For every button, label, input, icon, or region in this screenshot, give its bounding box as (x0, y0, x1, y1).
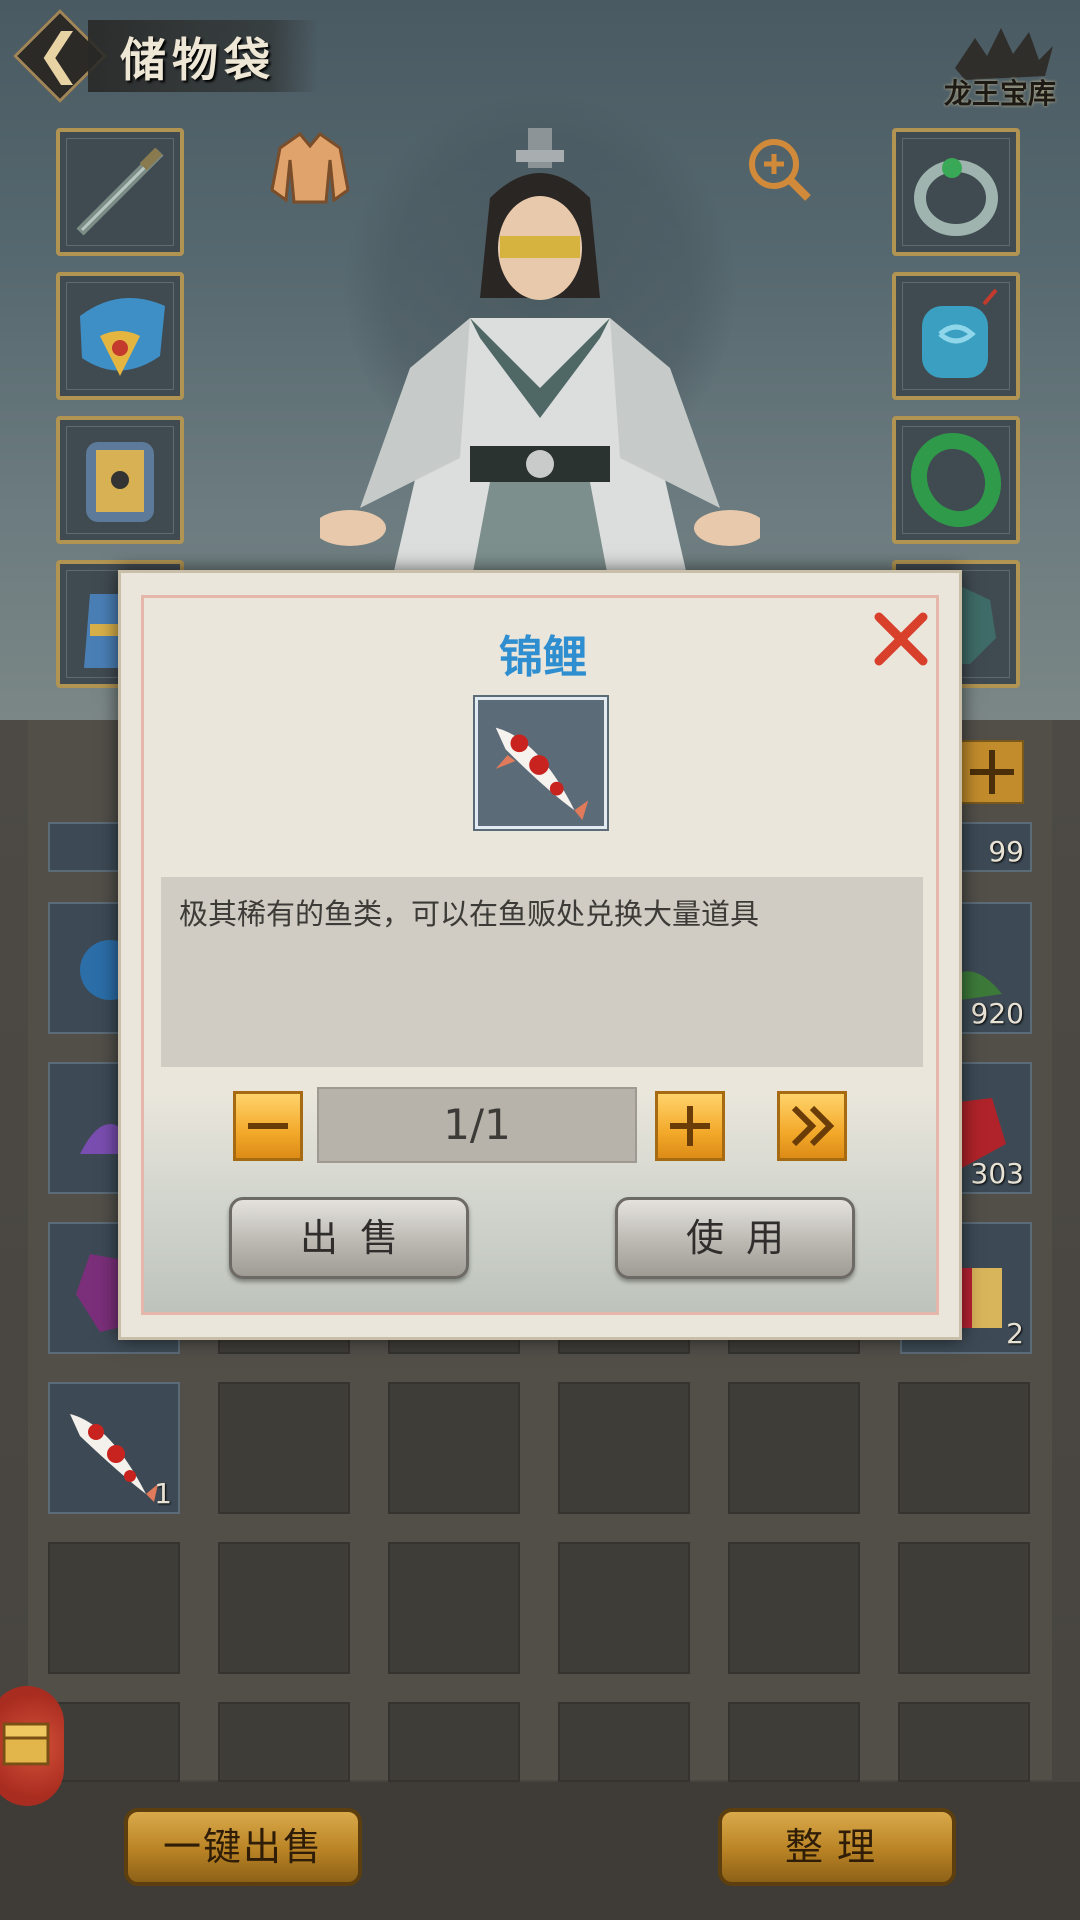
inventory-slot[interactable] (898, 1542, 1030, 1674)
zoom-in-icon[interactable] (746, 136, 812, 202)
increase-quantity-button[interactable] (655, 1091, 725, 1161)
page-title: 储物袋 (120, 33, 276, 87)
inventory-slot[interactable] (558, 1382, 690, 1514)
equip-slot-pendant[interactable] (892, 272, 1020, 400)
dragon-treasury-label: 龙王宝库 (944, 77, 1057, 110)
item-count: 1 (154, 1477, 172, 1510)
item-name: 锦鲤 (499, 632, 587, 683)
inventory-slot[interactable] (218, 1382, 350, 1514)
sell-button[interactable]: 出售 (229, 1197, 469, 1279)
inventory-slot[interactable] (48, 1702, 180, 1782)
inventory-slot[interactable] (898, 1382, 1030, 1514)
jade-pendant-icon (922, 288, 998, 378)
equip-slot-helmet[interactable] (56, 272, 184, 400)
plus-icon (670, 1106, 710, 1146)
equip-slot-bracelet[interactable] (892, 416, 1020, 544)
inventory-slot[interactable] (388, 1382, 520, 1514)
item-detail-dialog: 锦鲤 极其稀有的鱼类，可以在鱼贩处兑换大量道具 1/1 出售 使用 (118, 570, 962, 1340)
inventory-slot[interactable] (48, 1542, 180, 1674)
inventory-slot-koi[interactable]: 1 (48, 1382, 180, 1514)
inventory-slot[interactable] (558, 1542, 690, 1674)
quantity-field[interactable]: 1/1 (317, 1087, 637, 1163)
ring-icon (914, 158, 998, 236)
treasure-chest-button[interactable] (0, 1686, 64, 1806)
plus-icon (970, 750, 1014, 794)
treasure-chest-icon (2, 1722, 50, 1766)
sort-button[interactable]: 整理 (718, 1808, 956, 1886)
item-preview (473, 695, 609, 831)
item-count: 2 (1006, 1317, 1024, 1350)
inventory-slot[interactable] (898, 1702, 1030, 1782)
inventory-slot[interactable] (218, 1702, 350, 1782)
armor-icon (86, 442, 154, 522)
equip-slot-ring[interactable] (892, 128, 1020, 256)
jade-bracelet-icon (910, 432, 1002, 528)
sword-icon (76, 147, 164, 236)
item-count: 99 (988, 835, 1024, 868)
max-quantity-button[interactable] (777, 1091, 847, 1161)
robe-icon[interactable] (270, 130, 350, 206)
expand-bag-button[interactable] (960, 740, 1024, 804)
inventory-slot[interactable] (728, 1702, 860, 1782)
item-description: 极其稀有的鱼类，可以在鱼贩处兑换大量道具 (161, 877, 923, 1067)
use-button[interactable]: 使用 (615, 1197, 855, 1279)
character-figure (320, 128, 760, 588)
equip-slot-armor[interactable] (56, 416, 184, 544)
sell-all-button[interactable]: 一键出售 (124, 1808, 362, 1886)
inventory-slot[interactable] (218, 1542, 350, 1674)
decrease-quantity-button[interactable] (233, 1091, 303, 1161)
koi-fish-icon (495, 727, 589, 821)
inventory-slot[interactable] (728, 1382, 860, 1514)
double-chevron-right-icon (791, 1105, 835, 1147)
item-count: 303 (970, 1157, 1024, 1190)
inventory-slot[interactable] (558, 1702, 690, 1782)
inventory-slot[interactable] (388, 1542, 520, 1674)
close-icon[interactable] (871, 609, 931, 669)
item-count: 920 (970, 997, 1024, 1030)
chevron-left-icon: ❮ (36, 22, 82, 85)
equip-slot-weapon[interactable] (56, 128, 184, 256)
helmet-icon (80, 298, 165, 376)
minus-icon (248, 1123, 288, 1129)
inventory-slot[interactable] (728, 1542, 860, 1674)
inventory-slot[interactable] (388, 1702, 520, 1782)
